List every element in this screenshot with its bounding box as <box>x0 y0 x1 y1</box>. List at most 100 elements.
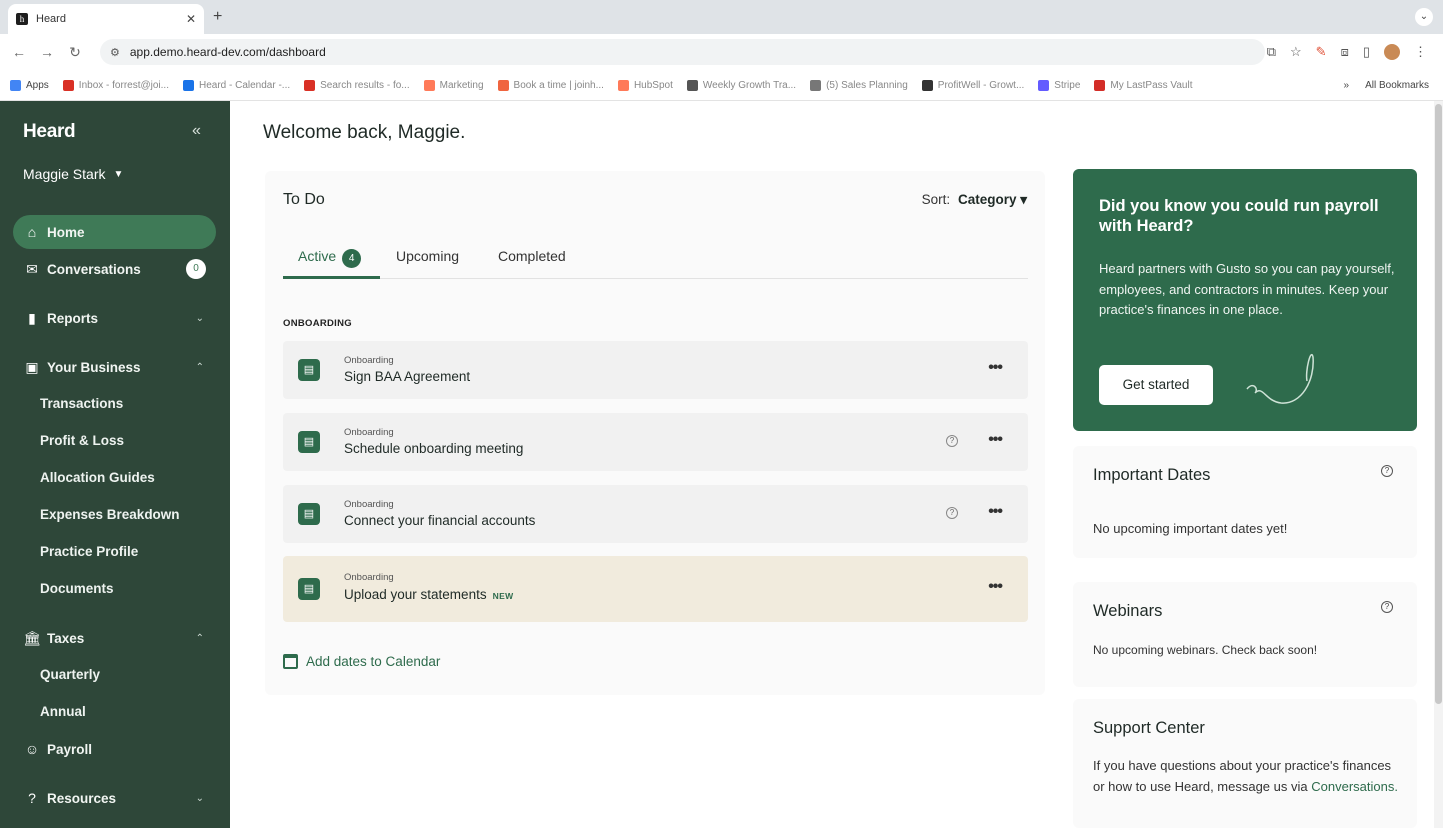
more-options-icon[interactable]: ••• <box>988 359 1003 377</box>
bookmark-item[interactable]: HubSpot <box>617 79 673 91</box>
site-settings-icon[interactable]: ⚙ <box>110 46 120 59</box>
bookmark-label: (5) Sales Planning <box>826 79 908 91</box>
chevron-down-icon: ⌄ <box>195 312 204 324</box>
more-bookmarks-icon[interactable]: » <box>1344 80 1350 91</box>
tab-completed[interactable]: Completed <box>498 248 566 264</box>
bookmark-item[interactable]: (5) Sales Planning <box>810 79 908 91</box>
bookmark-favicon-icon <box>686 79 698 91</box>
sidebar-item-taxes[interactable]: 🏛 Taxes ⌃ <box>13 621 216 655</box>
side-panel-icon[interactable]: ▯ <box>1363 44 1370 60</box>
sidebar-item-documents[interactable]: Documents <box>40 581 114 596</box>
help-icon[interactable]: ? <box>1381 465 1393 477</box>
briefcase-icon: ▣ <box>25 358 39 375</box>
task-item[interactable]: ▤ Onboarding Schedule onboarding meeting… <box>283 413 1028 471</box>
url-text: app.demo.heard-dev.com/dashboard <box>129 45 326 59</box>
more-options-icon[interactable]: ••• <box>988 578 1003 596</box>
payroll-promo-card: Did you know you could run payroll with … <box>1073 169 1417 431</box>
sidebar-item-resources[interactable]: ? Resources ⌄ <box>13 781 216 815</box>
calendar-icon <box>283 654 298 669</box>
bookmark-star-icon[interactable]: ☆ <box>1290 44 1302 60</box>
tab-search-icon[interactable]: ⌄ <box>1415 8 1433 26</box>
bar-chart-icon: ▮ <box>28 309 36 326</box>
envelope-icon: ✉ <box>26 260 38 277</box>
sidebar-item-allocation-guides[interactable]: Allocation Guides <box>40 470 155 485</box>
tab-title: Heard <box>36 13 66 25</box>
bookmark-item[interactable]: Marketing <box>423 79 484 91</box>
task-item[interactable]: ▤ Onboarding Upload your statements NEW •… <box>283 556 1028 622</box>
task-item[interactable]: ▤ Onboarding Sign BAA Agreement ••• <box>283 341 1028 399</box>
profile-avatar[interactable] <box>1384 44 1400 60</box>
sidebar-item-practice-profile[interactable]: Practice Profile <box>40 544 138 559</box>
sidebar-item-annual[interactable]: Annual <box>40 704 86 719</box>
toolbar-actions: ⧉ ☆ ✎ ⧈ ▯ ⋮ <box>1267 34 1427 70</box>
sidebar-item-label: Your Business <box>47 359 141 375</box>
sidebar-item-reports[interactable]: ▮ Reports ⌄ <box>13 301 216 335</box>
user-menu[interactable]: Maggie Stark ▼ <box>23 166 123 182</box>
tab-active[interactable]: Active 4 <box>298 248 362 268</box>
more-options-icon[interactable]: ••• <box>988 503 1003 521</box>
help-icon[interactable]: ? <box>946 435 958 447</box>
support-center-card: Support Center If you have questions abo… <box>1073 699 1417 828</box>
clipboard-icon: ▤ <box>298 431 320 453</box>
help-icon[interactable]: ? <box>946 507 958 519</box>
active-count-badge: 4 <box>342 249 362 268</box>
forward-icon[interactable]: → <box>33 44 61 60</box>
install-app-icon[interactable]: ⧉ <box>1267 44 1276 60</box>
sidebar-item-expenses-breakdown[interactable]: Expenses Breakdown <box>40 507 180 522</box>
close-tab-icon[interactable]: ✕ <box>186 12 196 26</box>
add-dates-to-calendar-link[interactable]: Add dates to Calendar <box>283 654 440 669</box>
all-bookmarks-folder[interactable]: All Bookmarks <box>1365 80 1429 91</box>
bookmark-label: HubSpot <box>633 79 673 91</box>
bookmark-item[interactable]: Weekly Growth Tra... <box>686 79 797 91</box>
sort-value: Category ▾ <box>957 192 1027 207</box>
browser-tab[interactable]: h Heard ✕ <box>8 4 204 34</box>
tab-upcoming[interactable]: Upcoming <box>396 248 459 264</box>
conversations-link[interactable]: Conversations. <box>1311 779 1398 794</box>
important-dates-title: Important Dates <box>1093 466 1211 484</box>
sidebar-item-transactions[interactable]: Transactions <box>40 396 123 411</box>
payroll-icon: ☺ <box>24 741 40 757</box>
bookmark-item[interactable]: Book a time | joinh... <box>497 79 604 91</box>
bookmark-favicon-icon <box>1038 79 1050 91</box>
browser-toolbar: ← → ↻ ⚙ app.demo.heard-dev.com/dashboard… <box>0 34 1443 70</box>
more-options-icon[interactable]: ••• <box>988 431 1003 449</box>
bookmark-item[interactable]: Search results - fo... <box>304 79 410 91</box>
sidebar-item-conversations[interactable]: ✉ Conversations 0 <box>13 252 216 286</box>
new-tab-icon[interactable]: + <box>213 8 222 26</box>
bank-icon: 🏛 <box>23 629 41 646</box>
bookmark-favicon-icon <box>810 79 822 91</box>
bookmark-item[interactable]: Heard - Calendar -... <box>182 79 290 91</box>
help-icon[interactable]: ? <box>1381 601 1393 613</box>
brand-logo[interactable]: Heard <box>23 121 76 143</box>
sort-dropdown[interactable]: Sort: Category ▾ <box>922 192 1027 208</box>
sidebar-item-quarterly[interactable]: Quarterly <box>40 667 100 682</box>
heard-favicon-icon: h <box>16 13 28 25</box>
sidebar-item-profit-loss[interactable]: Profit & Loss <box>40 433 124 448</box>
browser-menu-icon[interactable]: ⋮ <box>1414 44 1427 60</box>
sidebar-item-home[interactable]: ⌂ Home <box>13 215 216 249</box>
address-bar[interactable]: ⚙ app.demo.heard-dev.com/dashboard <box>100 39 1265 65</box>
bookmark-label: Weekly Growth Tra... <box>702 79 797 91</box>
chevron-up-icon: ⌃ <box>195 632 204 644</box>
reload-icon[interactable]: ↻ <box>61 44 89 61</box>
bookmark-item[interactable]: Inbox - forrest@joi... <box>62 79 169 91</box>
new-badge: NEW <box>492 591 514 601</box>
bookmark-item[interactable]: Stripe <box>1038 79 1080 91</box>
bookmark-item[interactable]: My LastPass Vault <box>1094 79 1192 91</box>
scrollbar-thumb[interactable] <box>1435 104 1442 704</box>
webinars-card: Webinars ? No upcoming webinars. Check b… <box>1073 582 1417 687</box>
sidebar-item-label: Taxes <box>47 630 85 646</box>
bookmark-item[interactable]: ProfitWell - Growt... <box>921 79 1024 91</box>
back-icon[interactable]: ← <box>5 44 33 60</box>
collapse-sidebar-icon[interactable]: « <box>192 122 201 140</box>
bookmark-item[interactable]: Apps <box>10 79 49 91</box>
get-started-button[interactable]: Get started <box>1099 365 1213 405</box>
browser-tab-strip: h Heard ✕ + ⌄ <box>0 0 1443 34</box>
sidebar-item-payroll[interactable]: ☺ Payroll <box>13 732 216 766</box>
extension-pen-icon[interactable]: ✎ <box>1316 44 1327 60</box>
task-item[interactable]: ▤ Onboarding Connect your financial acco… <box>283 485 1028 543</box>
extensions-icon[interactable]: ⧈ <box>1341 44 1349 60</box>
sidebar-item-your-business[interactable]: ▣ Your Business ⌃ <box>13 350 216 384</box>
task-name: Schedule onboarding meeting <box>344 441 524 456</box>
todo-title: To Do <box>283 191 325 208</box>
